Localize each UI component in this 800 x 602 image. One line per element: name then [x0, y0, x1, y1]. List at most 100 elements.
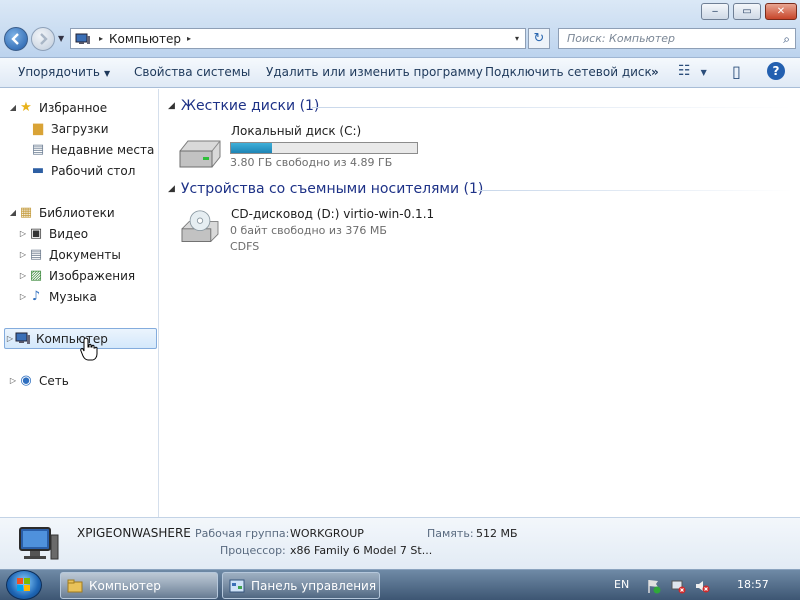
- organize-button[interactable]: Упорядочить ▼: [18, 65, 110, 79]
- start-button[interactable]: [6, 570, 42, 600]
- collapse-group-icon[interactable]: ◢: [168, 101, 175, 111]
- drive-c-usage-fill: [231, 143, 272, 153]
- nav-label: Документы: [49, 247, 121, 262]
- forward-button[interactable]: [31, 27, 55, 51]
- expand-icon[interactable]: ▷: [5, 334, 15, 343]
- collapse-icon[interactable]: ◢: [8, 208, 18, 217]
- address-dropdown-icon[interactable]: ▾: [515, 34, 519, 43]
- nav-pictures[interactable]: ▷ ▨ Изображения: [18, 265, 135, 286]
- organize-label: Упорядочить: [18, 65, 100, 79]
- nav-video[interactable]: ▷ ▣ Видео: [18, 223, 88, 244]
- title-and-address-bar: ‒ ▭ ✕ ▼ ▸ Компьютер ▸ ▾ ↻ Поиск: Компьют…: [0, 0, 800, 58]
- nav-libraries[interactable]: ◢ ▦ Библиотеки: [8, 202, 115, 223]
- nav-documents[interactable]: ▷ ▤ Документы: [18, 244, 121, 265]
- drive-c-name[interactable]: Локальный диск (C:): [231, 124, 361, 138]
- taskbar-item-control-panel[interactable]: Панель управления: [222, 572, 380, 599]
- system-properties-button[interactable]: Свойства системы: [134, 65, 250, 79]
- help-icon: ?: [772, 64, 780, 78]
- pictures-library-icon: ▨: [29, 268, 43, 283]
- documents-library-icon: ▤: [29, 247, 43, 262]
- close-button[interactable]: ✕: [765, 3, 797, 20]
- more-commands-icon[interactable]: »: [651, 65, 659, 79]
- hand-cursor-icon: [80, 337, 98, 361]
- nav-label: Изображения: [49, 268, 136, 283]
- taskbar-item-label: Компьютер: [89, 578, 161, 593]
- expand-icon[interactable]: ▷: [8, 376, 18, 385]
- control-panel-icon: [229, 579, 245, 592]
- minimize-button[interactable]: ‒: [701, 3, 729, 20]
- nav-label: Сеть: [39, 373, 69, 388]
- recent-places-icon: ▤: [31, 142, 45, 157]
- collapse-icon[interactable]: ◢: [8, 103, 18, 112]
- expand-icon[interactable]: ▷: [18, 250, 28, 259]
- nav-downloads[interactable]: ▆ Загрузки: [30, 118, 109, 139]
- search-icon[interactable]: ⌕: [783, 32, 790, 47]
- nav-favorites[interactable]: ◢ ★ Избранное: [8, 97, 107, 118]
- action-center-flag-icon[interactable]: [646, 578, 662, 594]
- search-input[interactable]: Поиск: Компьютер ⌕: [558, 28, 796, 49]
- volume-muted-icon[interactable]: [694, 578, 710, 594]
- computer-name: XPIGEONWASHERE: [77, 526, 191, 540]
- group-title: Жесткие диски (1): [180, 98, 320, 114]
- desktop-icon: ▬: [31, 163, 45, 178]
- taskbar-item-label: Панель управления: [251, 578, 377, 593]
- nav-label: Избранное: [39, 100, 108, 115]
- network-status-icon[interactable]: [670, 578, 686, 594]
- nav-music[interactable]: ▷ ♪ Музыка: [18, 286, 97, 307]
- group-removable-devices[interactable]: ◢ Устройства со съемными носителями (1): [168, 181, 483, 197]
- content-pane: ◢ Жесткие диски (1) Локальный диск (C:) …: [160, 89, 800, 517]
- nav-recent-places[interactable]: ▤ Недавние места: [30, 139, 155, 160]
- refresh-icon: ↻: [533, 31, 545, 46]
- expand-icon[interactable]: ▷: [18, 292, 28, 301]
- search-placeholder: Поиск: Компьютер: [567, 32, 675, 45]
- clock[interactable]: 18:57: [737, 578, 769, 591]
- recent-pages-dropdown[interactable]: ▼: [58, 34, 64, 43]
- group-title: Устройства со съемными носителями (1): [180, 181, 484, 197]
- breadcrumb-separator-icon[interactable]: ▸: [187, 34, 191, 43]
- group-hard-disks[interactable]: ◢ Жесткие диски (1): [168, 98, 319, 114]
- drive-d-free-space: 0 байт свободно из 376 МБ: [230, 224, 387, 237]
- computer-icon: [75, 33, 90, 44]
- expand-icon[interactable]: ▷: [18, 229, 28, 238]
- breadcrumb-separator-icon[interactable]: ▸: [99, 34, 103, 43]
- maximize-button[interactable]: ▭: [733, 3, 761, 20]
- maximize-icon: ▭: [742, 6, 752, 17]
- map-network-drive-button[interactable]: Подключить сетевой диск: [485, 65, 652, 79]
- expand-icon[interactable]: ▷: [18, 271, 28, 280]
- forward-arrow-icon: [40, 33, 48, 45]
- nav-desktop[interactable]: ▬ Рабочий стол: [30, 160, 136, 181]
- memory-value: 512 МБ: [476, 527, 518, 540]
- taskbar: Компьютер Панель управления EN 18:57: [0, 569, 800, 600]
- computer-large-icon: [19, 527, 59, 560]
- address-bar[interactable]: ▸ Компьютер ▸ ▾: [70, 28, 526, 49]
- workgroup-value: WORKGROUP: [290, 527, 364, 540]
- refresh-button[interactable]: ↻: [528, 28, 550, 49]
- drive-d-name[interactable]: CD-дисковод (D:) virtio-win-0.1.1: [231, 207, 434, 221]
- preview-pane-button[interactable]: ▯: [732, 62, 741, 81]
- libraries-icon: ▦: [19, 205, 33, 220]
- downloads-folder-icon: ▆: [33, 121, 43, 136]
- change-view-button[interactable]: ☷ ▼: [678, 63, 707, 79]
- video-library-icon: ▣: [29, 226, 43, 241]
- navigation-pane: ◢ ★ Избранное ▆ Загрузки ▤ Недавние мест…: [0, 89, 159, 517]
- processor-value: x86 Family 6 Model 7 St...: [290, 544, 433, 557]
- taskbar-item-computer[interactable]: Компьютер: [60, 572, 218, 599]
- help-button[interactable]: ?: [767, 62, 785, 80]
- drive-d-filesystem: CDFS: [230, 240, 260, 253]
- collapse-group-icon[interactable]: ◢: [168, 184, 175, 194]
- group-divider: [312, 107, 792, 108]
- back-button[interactable]: [4, 27, 28, 51]
- nav-label: Видео: [49, 226, 89, 241]
- music-library-icon: ♪: [31, 289, 41, 304]
- language-indicator[interactable]: EN: [614, 578, 629, 591]
- nav-label: Музыка: [49, 289, 97, 304]
- breadcrumb-computer[interactable]: Компьютер: [109, 32, 181, 46]
- chevron-down-icon[interactable]: ▼: [701, 68, 707, 77]
- close-icon: ✕: [776, 6, 786, 17]
- explorer-folder-icon: [67, 579, 83, 592]
- group-divider: [478, 190, 792, 191]
- nav-network[interactable]: ▷ ◉ Сеть: [8, 370, 69, 391]
- uninstall-program-button[interactable]: Удалить или изменить программу: [266, 65, 483, 79]
- drive-c-free-space: 3.80 ГБ свободно из 4.89 ГБ: [230, 156, 393, 169]
- workgroup-label: Рабочая группа:: [195, 527, 290, 540]
